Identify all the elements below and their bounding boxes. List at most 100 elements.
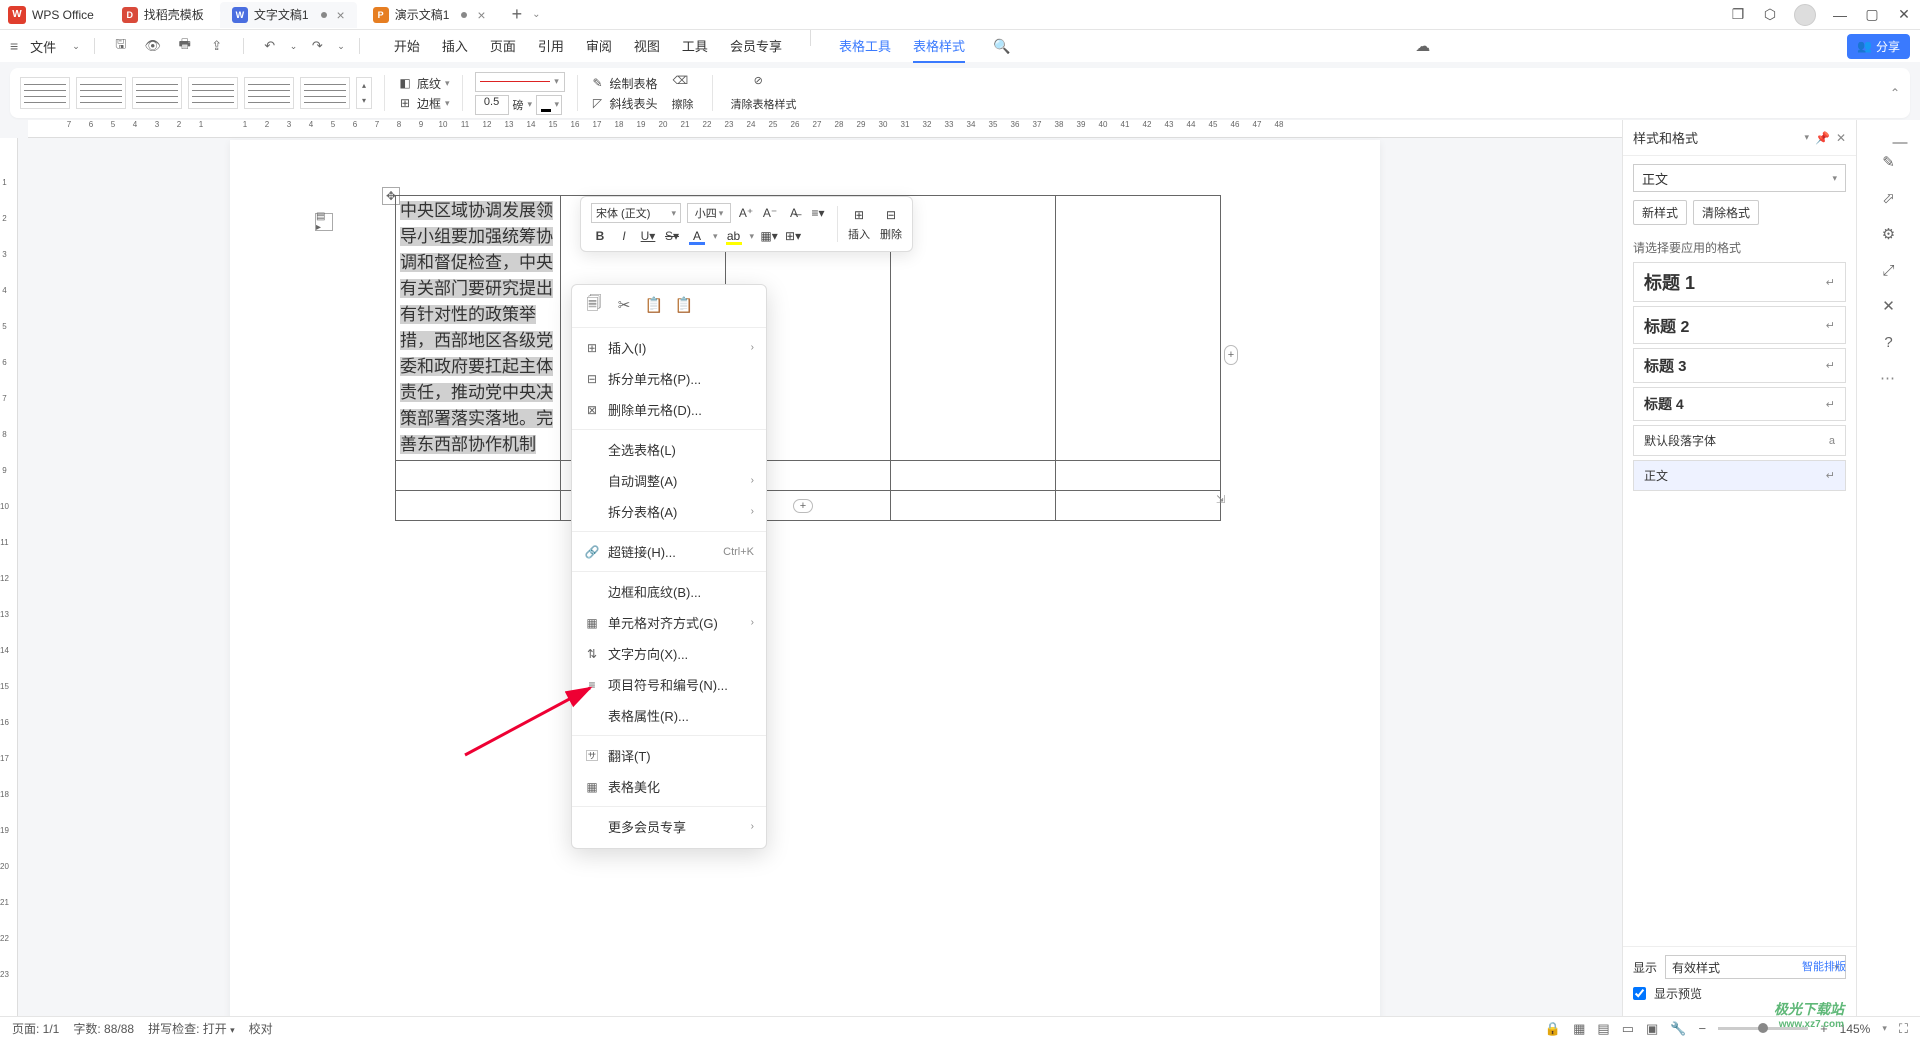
- border-style-select[interactable]: ▾: [475, 72, 565, 92]
- tab-dropdown[interactable]: ⌄: [532, 9, 540, 20]
- view-web-icon[interactable]: ▤: [1597, 1021, 1609, 1037]
- expand-icon[interactable]: ⤢: [1879, 260, 1899, 280]
- copy-icon[interactable]: 🗐: [584, 295, 604, 315]
- ctx-translate[interactable]: 🈂翻译(T): [572, 740, 766, 771]
- search-icon[interactable]: 🔍: [993, 38, 1010, 55]
- underline-icon[interactable]: U▾: [639, 227, 657, 245]
- border-width-input[interactable]: 0.5: [475, 95, 509, 115]
- tab-member[interactable]: 会员专享: [730, 30, 782, 63]
- tab-insert[interactable]: 插入: [442, 30, 468, 63]
- tab-page[interactable]: 页面: [490, 30, 516, 63]
- shrink-font-icon[interactable]: A⁻: [761, 204, 779, 222]
- clear-format-button[interactable]: 清除格式: [1693, 200, 1759, 225]
- export-icon[interactable]: ⇪: [208, 37, 226, 55]
- multiwin-icon[interactable]: ❐: [1730, 6, 1746, 23]
- ctx-more-member[interactable]: 更多会员专享›: [572, 811, 766, 842]
- ctx-delete-cell[interactable]: ⊠删除单元格(D)...: [572, 394, 766, 425]
- close-panel-icon[interactable]: ✕: [1836, 131, 1846, 145]
- tab-reference[interactable]: 引用: [538, 30, 564, 63]
- font-size-select[interactable]: 小四▾: [687, 203, 731, 223]
- settings-icon[interactable]: ⚙: [1879, 224, 1899, 244]
- style-thumb[interactable]: [244, 77, 294, 109]
- strike-icon[interactable]: S▾: [663, 227, 681, 245]
- border-color-button[interactable]: ▾: [536, 95, 562, 115]
- smart-layout-link[interactable]: 智能排版: [1802, 958, 1846, 974]
- select-icon[interactable]: ⬀: [1879, 188, 1899, 208]
- font-color-icon[interactable]: A: [687, 227, 707, 245]
- ctx-border-shading[interactable]: 边框和底纹(B)...: [572, 576, 766, 607]
- tab-review[interactable]: 审阅: [586, 30, 612, 63]
- ctx-table-prop[interactable]: 表格属性(R)...: [572, 700, 766, 731]
- undo-dd[interactable]: ⌄: [290, 41, 298, 52]
- mini-insert-button[interactable]: ⊞ 插入: [848, 206, 870, 242]
- font-select[interactable]: 宋体 (正文)▾: [591, 203, 681, 223]
- clear-format-icon[interactable]: A̶: [785, 204, 803, 222]
- pin-icon[interactable]: 📌: [1815, 131, 1830, 145]
- mini-delete-button[interactable]: ⊟ 删除: [880, 206, 902, 242]
- shading-button[interactable]: ◧底纹▾: [397, 75, 450, 92]
- style-thumb[interactable]: [132, 77, 182, 109]
- user-avatar[interactable]: [1794, 4, 1816, 26]
- style-heading1[interactable]: 标题 1↵: [1633, 262, 1846, 302]
- border-button[interactable]: ⊞边框▾: [397, 95, 450, 112]
- style-heading4[interactable]: 标题 4↵: [1633, 387, 1846, 421]
- tab-table-style[interactable]: 表格样式: [913, 30, 965, 63]
- style-thumb[interactable]: [76, 77, 126, 109]
- redo-icon[interactable]: ↷: [308, 37, 326, 55]
- maximize-icon[interactable]: ▢: [1864, 6, 1880, 23]
- zoom-level[interactable]: 145%: [1840, 1022, 1871, 1036]
- save-icon[interactable]: 🖫: [112, 37, 130, 55]
- tools-icon[interactable]: ✕: [1879, 296, 1899, 316]
- current-style-select[interactable]: 正文 ▾: [1633, 164, 1846, 192]
- style-body[interactable]: 正文↵: [1633, 460, 1846, 491]
- outline-toggle[interactable]: ▤ ▸: [315, 213, 333, 231]
- proof-status[interactable]: 校对: [249, 1020, 273, 1037]
- new-style-button[interactable]: 新样式: [1633, 200, 1687, 225]
- undo-icon[interactable]: ↶: [261, 37, 279, 55]
- tab-templates[interactable]: D 找稻壳模板: [110, 2, 216, 28]
- style-thumb[interactable]: [20, 77, 70, 109]
- paste-icon[interactable]: 📋: [644, 295, 664, 315]
- close-icon[interactable]: ×: [477, 7, 485, 23]
- tab-home[interactable]: 开始: [394, 30, 420, 63]
- tab-doc1[interactable]: W 文字文稿1 ×: [220, 2, 357, 28]
- italic-icon[interactable]: I: [615, 227, 633, 245]
- paste-special-icon[interactable]: 📋: [674, 295, 694, 315]
- grow-font-icon[interactable]: A⁺: [737, 204, 755, 222]
- tab-table-tools[interactable]: 表格工具: [839, 30, 891, 63]
- close-icon[interactable]: ×: [337, 7, 345, 23]
- redo-dd[interactable]: ⌄: [337, 41, 345, 52]
- style-thumb[interactable]: [300, 77, 350, 109]
- view-outline-icon[interactable]: ▭: [1622, 1021, 1634, 1037]
- cell-text[interactable]: 中央区域协调发展领导小组要加强统筹协调和督促检查，中央有关部门要研究提出有针对性…: [400, 201, 553, 454]
- file-menu[interactable]: 文件: [30, 37, 56, 56]
- tab-view[interactable]: 视图: [634, 30, 660, 63]
- ctx-bullets[interactable]: ≡项目符号和编号(N)...: [572, 669, 766, 700]
- bullets-icon[interactable]: ≡▾: [809, 204, 827, 222]
- tab-pres1[interactable]: P 演示文稿1 ×: [361, 2, 498, 28]
- share-button[interactable]: 👥 分享: [1847, 34, 1910, 59]
- ctx-text-dir[interactable]: ⇅文字方向(X)...: [572, 638, 766, 669]
- lock-icon[interactable]: 🔒: [1545, 1021, 1561, 1037]
- file-dropdown-icon[interactable]: ⌄: [72, 41, 80, 52]
- close-window-icon[interactable]: ✕: [1896, 6, 1912, 23]
- hamburger-icon[interactable]: ≡: [10, 38, 18, 54]
- page-status[interactable]: 页面: 1/1: [12, 1020, 59, 1037]
- erase-button[interactable]: ⌫ 擦除: [666, 74, 700, 112]
- ctx-table-beauty[interactable]: ▦表格美化: [572, 771, 766, 802]
- spell-status[interactable]: 拼写检查: 打开 ▾: [148, 1020, 235, 1037]
- ctx-split-cell[interactable]: ⊟拆分单元格(P)...: [572, 363, 766, 394]
- cut-icon[interactable]: ✂: [614, 295, 634, 315]
- view-print-icon[interactable]: ▦: [1573, 1021, 1585, 1037]
- gallery-more[interactable]: ▴▾: [356, 77, 372, 109]
- align-icon[interactable]: ⊞▾: [784, 227, 802, 245]
- ctx-insert[interactable]: ⊞插入(I)›: [572, 332, 766, 363]
- fullscreen-icon[interactable]: ⛶: [1899, 1021, 1908, 1037]
- clear-style-button[interactable]: ⊘ 清除表格样式: [725, 74, 803, 112]
- edit-icon[interactable]: ✎: [1879, 152, 1899, 172]
- add-row-button[interactable]: +: [793, 499, 813, 513]
- preview-checkbox[interactable]: [1633, 987, 1646, 1000]
- help-icon[interactable]: ?: [1879, 332, 1899, 352]
- table-resize-handle[interactable]: ⇲: [1216, 493, 1230, 507]
- print-icon[interactable]: 🖶: [176, 37, 194, 55]
